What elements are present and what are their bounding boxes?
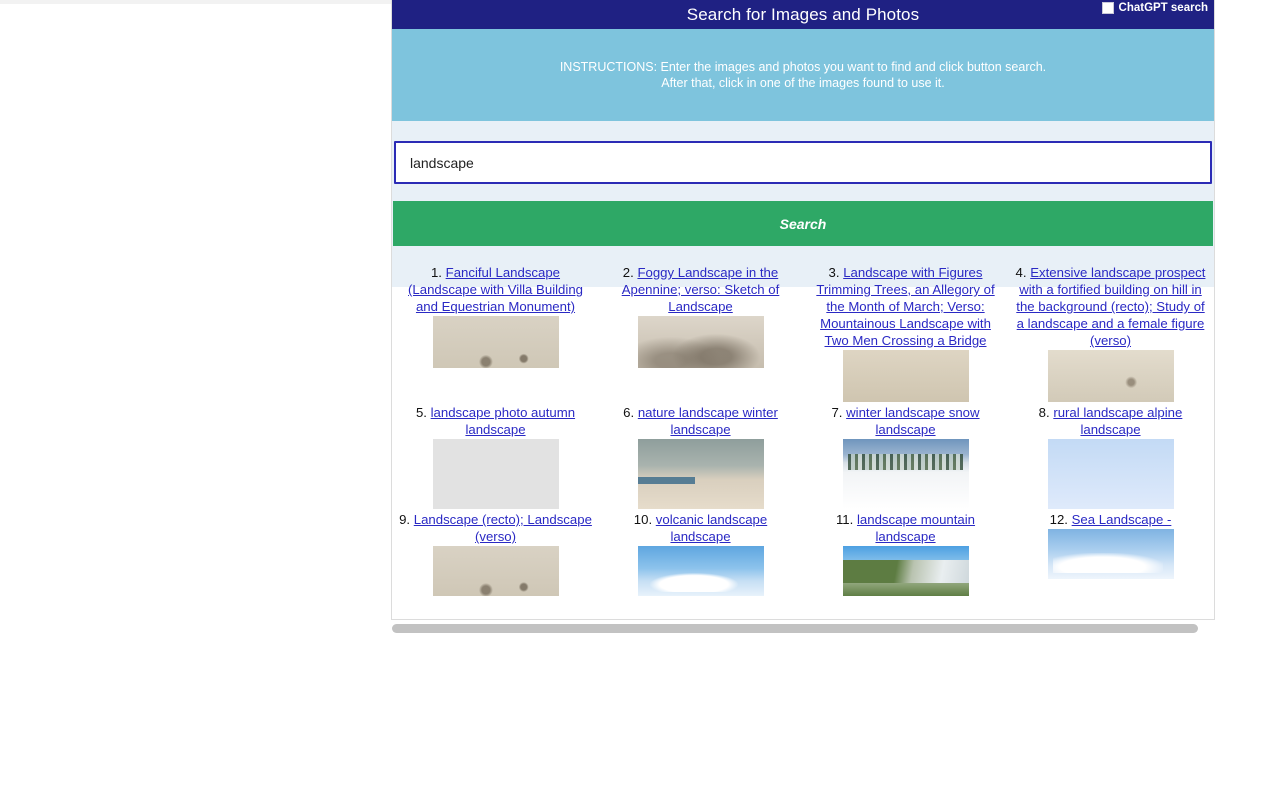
results-grid: 1. Fanciful Landscape (Landscape with Vi… xyxy=(393,262,1213,596)
result-caption: 11. landscape mountain landscape xyxy=(807,509,1004,545)
title-bar: Search for Images and Photos ChatGPT sea… xyxy=(392,0,1214,29)
chatgpt-search-checkbox[interactable] xyxy=(1101,2,1114,14)
result-title-link[interactable]: Extensive landscape prospect with a fort… xyxy=(1016,265,1205,348)
result-title-link[interactable]: nature landscape winter landscape xyxy=(638,405,778,437)
search-zone: Search xyxy=(392,121,1214,262)
result-thumbnail-wrap xyxy=(1012,439,1209,509)
result-item[interactable]: 10. volcanic landscape landscape xyxy=(598,509,803,596)
result-thumbnail-image[interactable] xyxy=(432,316,559,368)
result-thumbnail-wrap xyxy=(807,546,1004,596)
result-item[interactable]: 4. Extensive landscape prospect with a f… xyxy=(1008,262,1213,402)
instructions-line-2: After that, click in one of the images f… xyxy=(661,76,945,90)
result-thumbnail-image[interactable] xyxy=(842,439,969,509)
search-input[interactable] xyxy=(394,141,1212,184)
result-thumbnail-wrap xyxy=(1012,350,1209,402)
result-caption: 2. Foggy Landscape in the Apennine; vers… xyxy=(602,262,799,315)
result-thumbnail-image[interactable] xyxy=(432,546,559,596)
result-caption: 1. Fanciful Landscape (Landscape with Vi… xyxy=(397,262,594,315)
instructions-line-1: INSTRUCTIONS: Enter the images and photo… xyxy=(559,60,1047,74)
result-thumbnail-image[interactable] xyxy=(637,546,764,596)
horizontal-scrollbar-thumb[interactable] xyxy=(392,624,1198,633)
result-item[interactable]: 2. Foggy Landscape in the Apennine; vers… xyxy=(598,262,803,402)
result-caption: 3. Landscape with Figures Trimming Trees… xyxy=(807,262,1004,349)
results-area: 1. Fanciful Landscape (Landscape with Vi… xyxy=(392,262,1214,596)
chatgpt-search-toggle[interactable]: ChatGPT search xyxy=(1101,2,1208,14)
result-item[interactable]: 5. landscape photo autumn landscape xyxy=(393,402,598,509)
result-caption: 12. Sea Landscape - xyxy=(1012,509,1209,528)
result-thumbnail-image[interactable] xyxy=(637,316,764,368)
result-index: 9. xyxy=(399,512,414,527)
search-spacer xyxy=(392,184,1214,201)
result-caption: 4. Extensive landscape prospect with a f… xyxy=(1012,262,1209,349)
result-item[interactable]: 3. Landscape with Figures Trimming Trees… xyxy=(803,262,1008,402)
result-thumbnail-image[interactable] xyxy=(637,439,764,509)
image-search-panel: Search for Images and Photos ChatGPT sea… xyxy=(391,0,1215,620)
chatgpt-search-label: ChatGPT search xyxy=(1118,2,1208,14)
result-item[interactable]: 6. nature landscape winter landscape xyxy=(598,402,803,509)
result-index: 6. xyxy=(623,405,638,420)
result-title-link[interactable]: Landscape with Figures Trimming Trees, a… xyxy=(816,265,994,348)
page-root: Search for Images and Photos ChatGPT sea… xyxy=(0,0,1280,800)
page-top-rule xyxy=(0,0,391,4)
result-index: 4. xyxy=(1015,265,1031,280)
result-title-link[interactable]: Landscape (recto); Landscape (verso) xyxy=(414,512,592,544)
result-item[interactable]: 8. rural landscape alpine landscape xyxy=(1008,402,1213,509)
result-thumbnail-wrap xyxy=(1012,529,1209,579)
result-caption: 6. nature landscape winter landscape xyxy=(602,402,799,438)
result-index: 8. xyxy=(1038,405,1054,420)
instructions-banner: INSTRUCTIONS: Enter the images and photo… xyxy=(392,29,1214,121)
page-title: Search for Images and Photos xyxy=(686,4,920,24)
result-index: 1. xyxy=(430,265,446,280)
result-thumbnail-wrap xyxy=(602,439,799,509)
result-title-link[interactable]: landscape photo autumn landscape xyxy=(431,405,575,437)
result-thumbnail-image[interactable] xyxy=(842,546,969,596)
result-thumbnail-wrap xyxy=(602,316,799,368)
result-index: 3. xyxy=(828,265,844,280)
result-index: 5. xyxy=(415,405,431,420)
search-button[interactable]: Search xyxy=(393,201,1213,246)
result-index: 7. xyxy=(831,405,847,420)
result-title-link[interactable]: volcanic landscape landscape xyxy=(656,512,767,544)
result-item[interactable]: 7. winter landscape snow landscape xyxy=(803,402,1008,509)
result-caption: 9. Landscape (recto); Landscape (verso) xyxy=(397,509,594,545)
horizontal-scrollbar[interactable] xyxy=(391,621,1215,635)
result-caption: 5. landscape photo autumn landscape xyxy=(397,402,594,438)
result-item[interactable]: 1. Fanciful Landscape (Landscape with Vi… xyxy=(393,262,598,402)
search-bottom-spacer xyxy=(392,246,1214,262)
result-title-link[interactable]: Sea Landscape - xyxy=(1072,512,1172,527)
result-thumbnail-image[interactable] xyxy=(1047,350,1174,402)
result-thumbnail-image[interactable] xyxy=(842,350,969,402)
result-index: 11. xyxy=(835,512,857,527)
result-thumbnail-image[interactable] xyxy=(432,439,559,509)
result-title-link[interactable]: Foggy Landscape in the Apennine; verso: … xyxy=(622,265,780,314)
result-index: 10. xyxy=(633,512,656,527)
result-caption: 7. winter landscape snow landscape xyxy=(807,402,1004,438)
result-index: 12. xyxy=(1049,512,1072,527)
result-thumbnail-wrap xyxy=(397,439,594,509)
result-item[interactable]: 9. Landscape (recto); Landscape (verso) xyxy=(393,509,598,596)
result-title-link[interactable]: landscape mountain landscape xyxy=(857,512,975,544)
result-thumbnail-image[interactable] xyxy=(1047,439,1174,509)
result-thumbnail-wrap xyxy=(397,546,594,596)
result-thumbnail-wrap xyxy=(602,546,799,596)
result-title-link[interactable]: winter landscape snow landscape xyxy=(846,405,979,437)
result-thumbnail-wrap xyxy=(807,439,1004,509)
result-thumbnail-wrap xyxy=(397,316,594,368)
result-item[interactable]: 11. landscape mountain landscape xyxy=(803,509,1008,596)
result-caption: 8. rural landscape alpine landscape xyxy=(1012,402,1209,438)
result-item[interactable]: 12. Sea Landscape - xyxy=(1008,509,1213,596)
result-thumbnail-wrap xyxy=(807,350,1004,402)
result-thumbnail-image[interactable] xyxy=(1047,529,1174,579)
result-title-link[interactable]: rural landscape alpine landscape xyxy=(1053,405,1182,437)
result-index: 2. xyxy=(622,265,638,280)
result-caption: 10. volcanic landscape landscape xyxy=(602,509,799,545)
